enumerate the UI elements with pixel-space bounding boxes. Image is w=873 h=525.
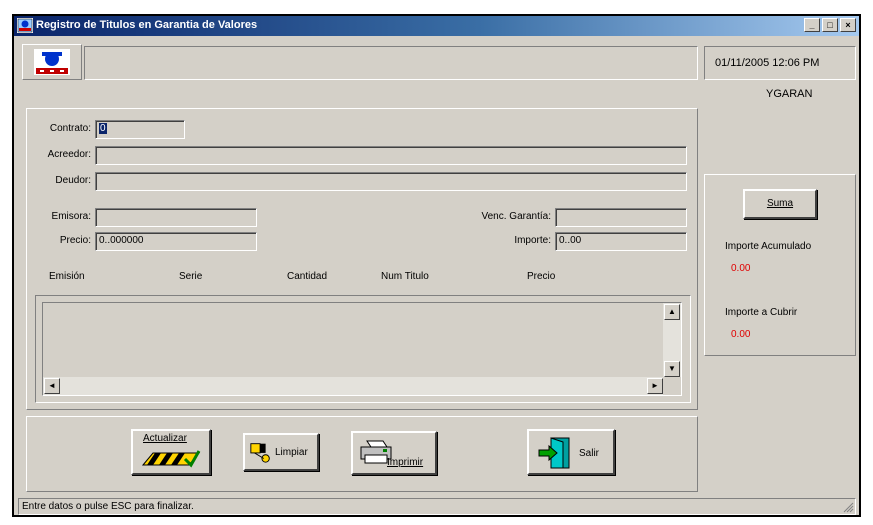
contrato-input[interactable]: 0 bbox=[95, 120, 185, 139]
importe-acumulado-label: Importe Acumulado bbox=[725, 241, 812, 252]
close-button[interactable]: × bbox=[840, 18, 856, 32]
minimize-button[interactable]: _ bbox=[804, 18, 820, 32]
resize-grip-icon[interactable] bbox=[842, 501, 854, 513]
totals-panel: Suma Importe Acumulado 0.00 Importe a Cu… bbox=[704, 174, 856, 356]
datetime-display: 01/11/2005 12:06 PM bbox=[704, 46, 856, 80]
venc-garantia-label: Venc. Garantía: bbox=[481, 211, 552, 222]
imprimir-button[interactable]: Imprimir bbox=[351, 431, 437, 475]
status-bar: Entre datos o pulse ESC para finalizar. bbox=[18, 498, 856, 515]
salir-button[interactable]: Salir bbox=[527, 429, 615, 475]
form-panel: Contrato: 0 Acreedor: Deudor: Emisora: V… bbox=[26, 108, 698, 410]
col-serie[interactable]: Serie bbox=[179, 271, 202, 282]
col-num-titulo[interactable]: Num Titulo bbox=[381, 271, 429, 282]
emisora-label: Emisora: bbox=[51, 211, 91, 222]
header-message-field bbox=[84, 46, 698, 80]
titles-grid-frame: ▲ ▼ ◄ ► bbox=[35, 295, 691, 403]
table-header: Emisión Serie Cantidad Num Titulo Precio bbox=[27, 269, 697, 285]
toolbar-panel: Actualizar Limpiar Imprimir Salir bbox=[26, 416, 698, 492]
exit-door-icon bbox=[538, 437, 570, 469]
title-bar[interactable]: Registro de Titulos en Garantia de Valor… bbox=[14, 16, 859, 36]
refresh-barrier-icon bbox=[141, 450, 201, 468]
titles-grid[interactable]: ▲ ▼ ◄ ► bbox=[42, 302, 682, 396]
user-label: YGARAN bbox=[766, 88, 813, 100]
importe-label: Importe: bbox=[514, 235, 551, 246]
vertical-scrollbar[interactable]: ▲ ▼ bbox=[663, 303, 681, 379]
importe-cubrir-label: Importe a Cubrir bbox=[725, 307, 798, 318]
col-precio[interactable]: Precio bbox=[527, 271, 555, 282]
precio-label: Precio: bbox=[59, 235, 91, 246]
scroll-down-button[interactable]: ▼ bbox=[664, 361, 680, 377]
contrato-label: Contrato: bbox=[49, 123, 91, 134]
app-icon bbox=[17, 18, 33, 33]
maximize-button[interactable]: □ bbox=[822, 18, 838, 32]
emisora-input[interactable] bbox=[95, 208, 257, 227]
importe-input[interactable]: 0..00 bbox=[555, 232, 687, 251]
col-emision[interactable]: Emisión bbox=[49, 271, 85, 282]
importe-cubrir-value: 0.00 bbox=[731, 329, 751, 340]
company-logo-icon bbox=[34, 49, 70, 75]
importe-acumulado-value: 0.00 bbox=[731, 263, 751, 274]
venc-garantia-input[interactable] bbox=[555, 208, 687, 227]
suma-button[interactable]: Suma bbox=[743, 189, 817, 219]
col-cantidad[interactable]: Cantidad bbox=[287, 271, 327, 282]
actualizar-button[interactable]: Actualizar bbox=[131, 429, 211, 475]
logo-box bbox=[22, 44, 82, 80]
precio-input[interactable]: 0..000000 bbox=[95, 232, 257, 251]
horizontal-scrollbar[interactable]: ◄ ► bbox=[43, 377, 665, 395]
scroll-up-button[interactable]: ▲ bbox=[664, 304, 680, 320]
limpiar-button[interactable]: Limpiar bbox=[243, 433, 319, 471]
acreedor-input[interactable] bbox=[95, 146, 687, 165]
scroll-corner bbox=[663, 377, 681, 395]
deudor-label: Deudor: bbox=[55, 175, 91, 186]
eraser-icon bbox=[250, 443, 270, 463]
scroll-right-button[interactable]: ► bbox=[647, 378, 663, 394]
window-title: Registro de Titulos en Garantia de Valor… bbox=[36, 19, 258, 31]
main-window: Registro de Titulos en Garantia de Valor… bbox=[12, 14, 861, 517]
acreedor-label: Acreedor: bbox=[47, 149, 91, 160]
deudor-input[interactable] bbox=[95, 172, 687, 191]
scroll-left-button[interactable]: ◄ bbox=[44, 378, 60, 394]
